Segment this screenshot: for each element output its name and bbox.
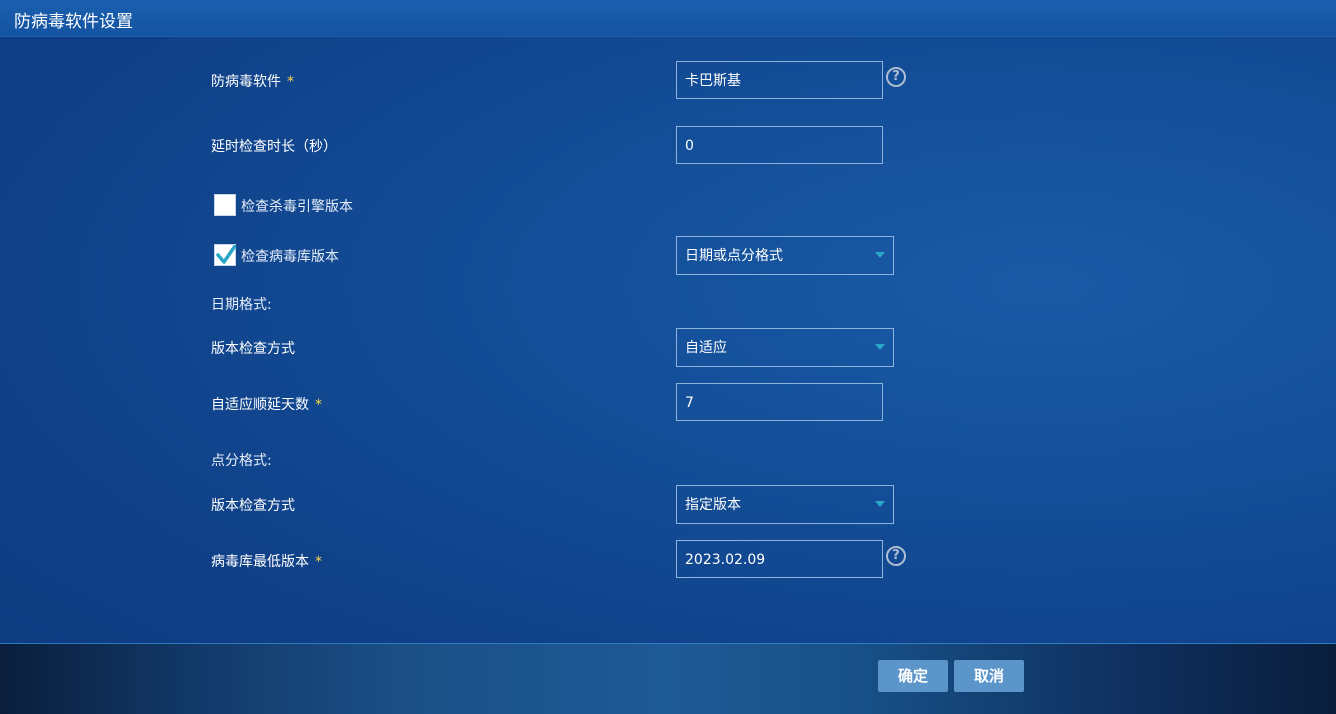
cancel-button[interactable]: 取消 <box>954 660 1024 692</box>
date-format-section-label: 日期格式: <box>211 297 272 313</box>
check-virus-db-label[interactable]: 检查病毒库版本 <box>241 246 339 266</box>
required-mark: * <box>315 397 322 413</box>
antivirus-label: 防病毒软件 * <box>211 71 294 91</box>
settings-form: 防病毒软件 * 卡巴斯基 ? 延时检查时长（秒） 0 检查杀毒引擎版本 检查病毒库… <box>0 0 1336 640</box>
date-check-mode-select[interactable]: 自适应 <box>676 328 894 367</box>
required-mark: * <box>287 74 294 90</box>
adaptive-days-label: 自适应顺延天数 * <box>211 394 322 414</box>
min-db-version-input[interactable]: 2023.02.09 <box>676 540 883 578</box>
dropdown-arrow-icon <box>875 252 885 258</box>
adaptive-days-input[interactable]: 7 <box>676 383 883 421</box>
min-db-version-label: 病毒库最低版本 * <box>211 551 322 571</box>
check-engine-label[interactable]: 检查杀毒引擎版本 <box>241 196 353 216</box>
antivirus-input[interactable]: 卡巴斯基 <box>676 61 883 99</box>
help-icon[interactable]: ? <box>886 546 906 566</box>
adaptive-days-label-text: 自适应顺延天数 <box>211 397 309 413</box>
delay-label: 延时检查时长（秒） <box>211 139 337 155</box>
dot-check-mode-select[interactable]: 指定版本 <box>676 485 894 524</box>
checkmark-icon <box>216 245 236 264</box>
dot-check-mode-value: 指定版本 <box>685 497 741 513</box>
dot-format-section-label: 点分格式: <box>211 453 272 469</box>
dot-check-mode-label: 版本检查方式 <box>211 498 295 514</box>
dropdown-arrow-icon <box>875 344 885 350</box>
delay-input[interactable]: 0 <box>676 126 883 164</box>
date-check-mode-label: 版本检查方式 <box>211 341 295 357</box>
virus-db-format-select[interactable]: 日期或点分格式 <box>676 236 894 275</box>
check-virus-db-checkbox[interactable] <box>214 244 236 266</box>
antivirus-label-text: 防病毒软件 <box>211 74 281 90</box>
dropdown-arrow-icon <box>875 501 885 507</box>
date-check-mode-value: 自适应 <box>685 340 727 356</box>
antivirus-settings-dialog: 防病毒软件设置 防病毒软件 * 卡巴斯基 ? 延时检查时长（秒） 0 检查杀毒引擎… <box>0 0 1336 714</box>
help-icon[interactable]: ? <box>886 67 906 87</box>
dialog-footer: 确定 取消 <box>0 643 1336 714</box>
check-engine-checkbox[interactable] <box>214 194 236 216</box>
ok-button[interactable]: 确定 <box>878 660 948 692</box>
min-db-version-label-text: 病毒库最低版本 <box>211 554 309 570</box>
required-mark: * <box>315 554 322 570</box>
virus-db-format-value: 日期或点分格式 <box>685 248 783 264</box>
